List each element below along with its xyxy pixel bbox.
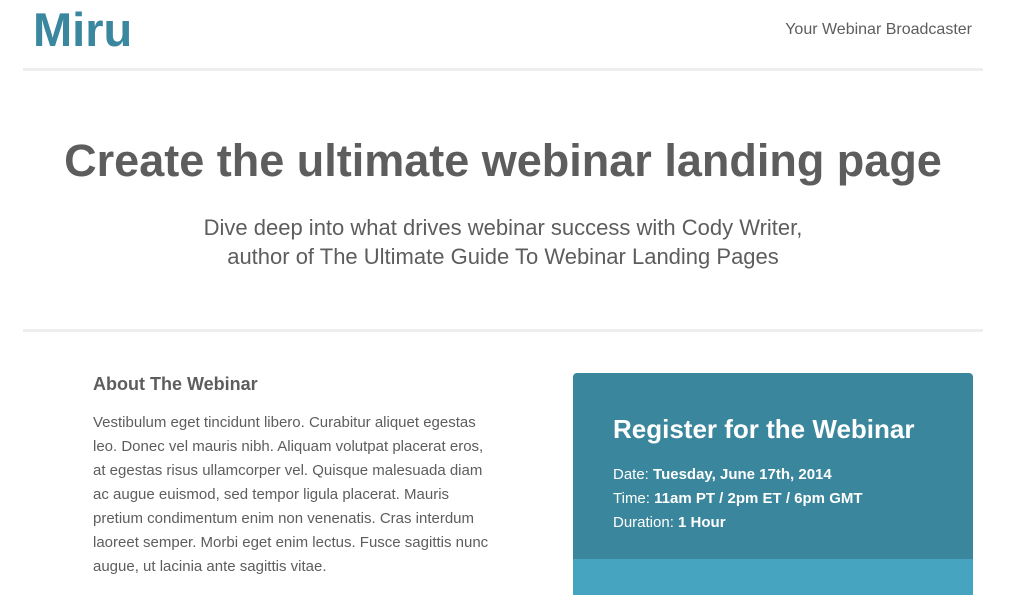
date-value: Tuesday, June 17th, 2014: [653, 466, 832, 483]
about-section: About The Webinar Vestibulum eget tincid…: [93, 372, 493, 579]
page-title: Create the ultimate webinar landing page: [64, 135, 942, 186]
duration-value: 1 Hour: [678, 514, 726, 531]
register-title: Register for the Webinar: [613, 414, 915, 444]
webinar-details: Date: Tuesday, June 17th, 2014 Time: 11a…: [613, 463, 863, 535]
duration-row: Duration: 1 Hour: [613, 511, 863, 535]
register-card-header: Register for the Webinar Date: Tuesday, …: [573, 373, 973, 557]
duration-label: Duration:: [613, 514, 674, 531]
hero-section: Create the ultimate webinar landing page…: [23, 71, 983, 332]
register-card: Register for the Webinar Date: Tuesday, …: [573, 373, 973, 595]
time-row: Time: 11am PT / 2pm ET / 6pm GMT: [613, 487, 863, 511]
about-body-text: Vestibulum eget tincidunt libero. Curabi…: [93, 414, 489, 575]
about-heading: About The Webinar: [93, 374, 258, 394]
time-value: 11am PT / 2pm ET / 6pm GMT: [654, 490, 863, 507]
miru-logo[interactable]: Miru: [33, 2, 132, 58]
date-row: Date: Tuesday, June 17th, 2014: [613, 463, 863, 487]
hero-subtitle-line-2: author of The Ultimate Guide To Webinar …: [227, 244, 779, 269]
landing-page: Miru Your Webinar Broadcaster Create the…: [0, 0, 1024, 595]
hero-subtitle-line-1: Dive deep into what drives webinar succe…: [203, 215, 803, 240]
time-label: Time:: [613, 490, 650, 507]
site-header: Miru Your Webinar Broadcaster: [23, 0, 983, 71]
header-tagline: Your Webinar Broadcaster: [785, 21, 972, 38]
hero-subtitle: Dive deep into what drives webinar succe…: [23, 213, 983, 271]
registration-form-area[interactable]: [573, 559, 973, 595]
date-label: Date:: [613, 466, 649, 483]
